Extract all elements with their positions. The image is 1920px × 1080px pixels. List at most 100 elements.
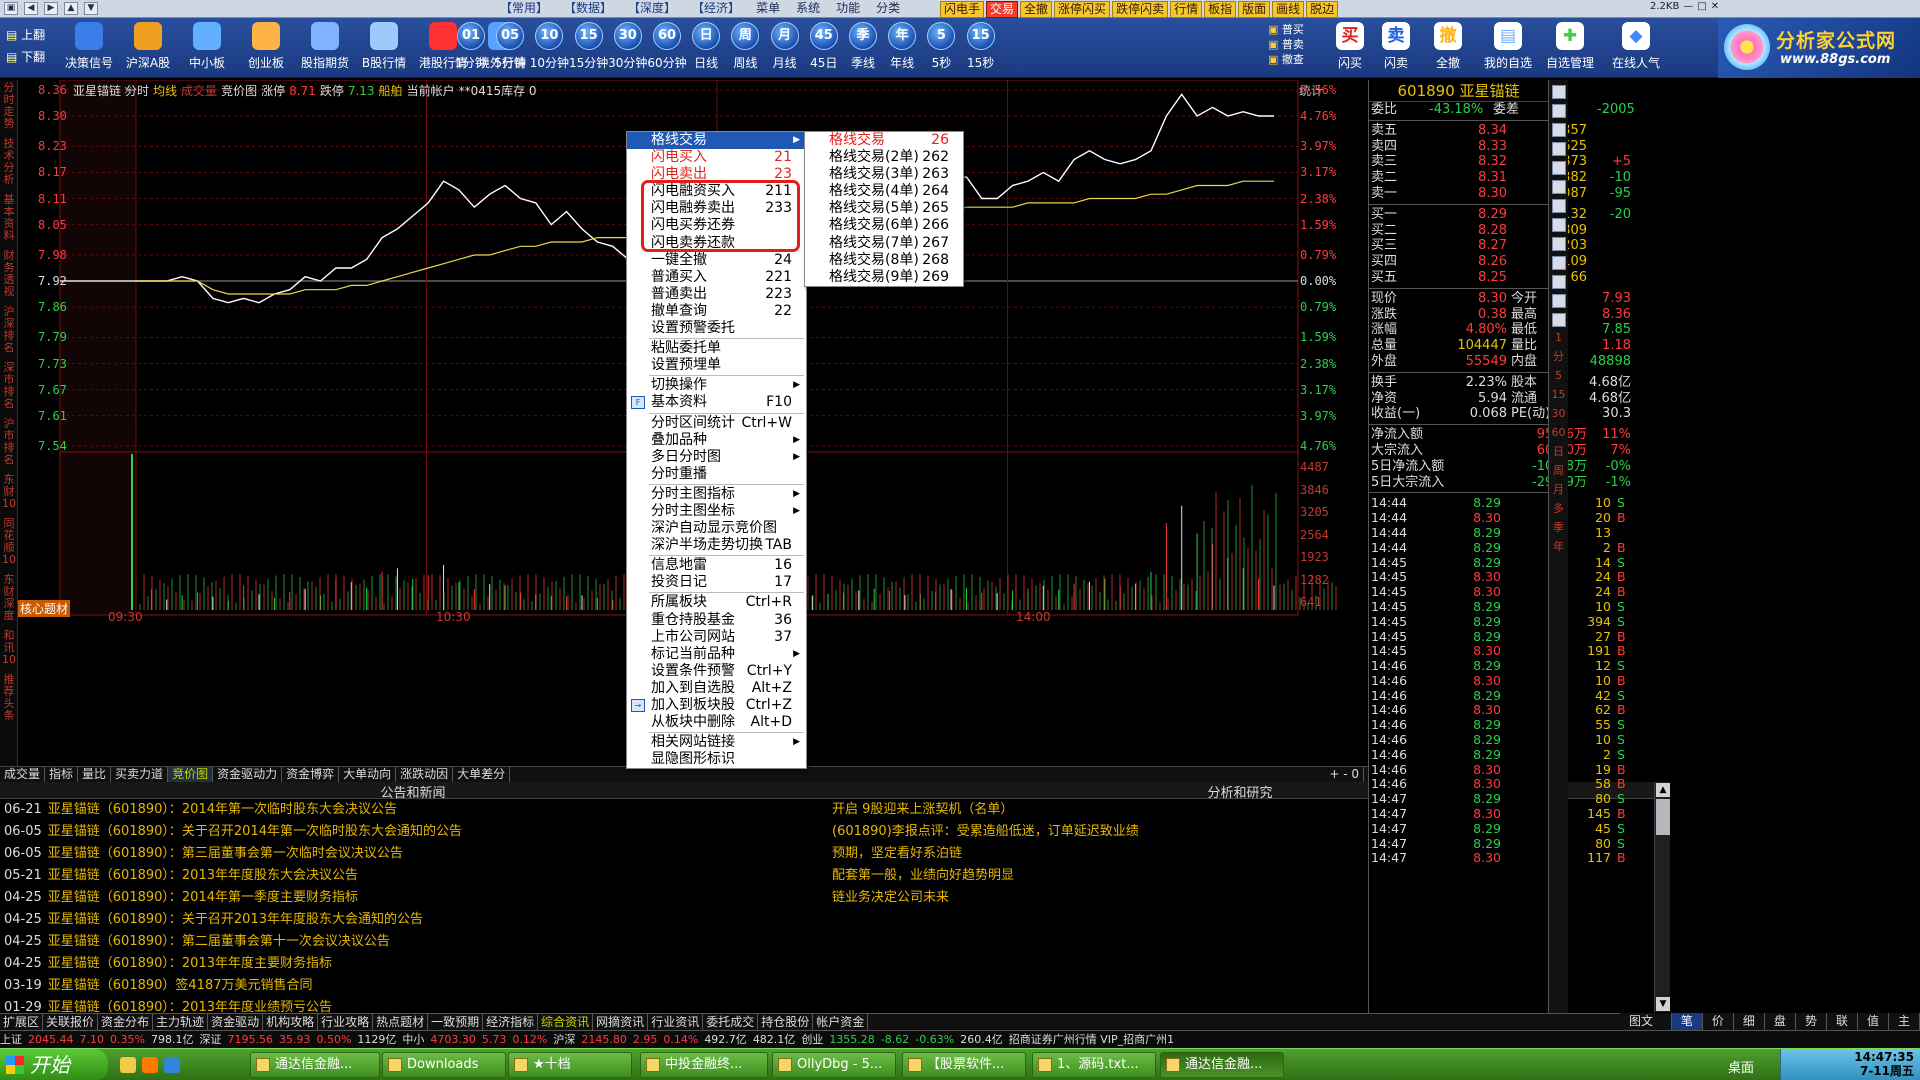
left-tab[interactable]: 财务透视 bbox=[2, 250, 16, 298]
menu-item[interactable]: 分类 bbox=[876, 1, 900, 16]
firefox-icon[interactable] bbox=[142, 1057, 158, 1073]
period-shortcut[interactable]: 月 bbox=[1552, 484, 1566, 498]
toolbar-button[interactable]: 创业板 bbox=[237, 22, 295, 76]
bottom-tab[interactable]: 委托成交 bbox=[703, 1014, 759, 1030]
toolbar-button[interactable]: B股行情 bbox=[355, 22, 413, 76]
submenu-item[interactable]: 格线交易(5单) 265 bbox=[805, 200, 963, 217]
bottom-tab[interactable]: 主力轨迹 bbox=[153, 1014, 209, 1030]
context-menu-item[interactable]: 粘贴委托单 bbox=[627, 340, 806, 357]
context-menu-item[interactable]: 多日分时图 ▶ bbox=[627, 449, 806, 466]
context-menu-item[interactable]: 深沪半场走势切换 TAB bbox=[627, 537, 806, 554]
toolbar-button[interactable]: 股指期货 bbox=[296, 22, 354, 76]
info-icon[interactable] bbox=[1551, 199, 1566, 213]
indicator-tab[interactable]: 买卖力道 bbox=[111, 767, 169, 782]
quote-detail-tab[interactable]: 图文F10 bbox=[1620, 1013, 1672, 1044]
context-menu-item[interactable]: 分时主图坐标 ▶ bbox=[627, 503, 806, 520]
toolbar-button[interactable]: 月月线 bbox=[764, 22, 806, 76]
toolbar-button[interactable]: ✚ 自选管理 bbox=[1540, 22, 1600, 76]
context-menu-item[interactable]: 标记当前品种 ▶ bbox=[627, 646, 806, 663]
hot-button[interactable]: 版面 bbox=[1238, 1, 1271, 18]
grid-icon[interactable] bbox=[1551, 180, 1566, 194]
submenu-item[interactable]: 格线交易(4单) 264 bbox=[805, 183, 963, 200]
news-item[interactable]: 04-25 亚星锚链（601890）：2014年第一季度主要财务指标 bbox=[0, 887, 826, 909]
context-menu-item[interactable]: 分时重播 bbox=[627, 466, 806, 483]
bar-chart-icon[interactable] bbox=[1551, 161, 1566, 175]
bottom-tab[interactable]: 资金分布 bbox=[98, 1014, 154, 1030]
context-menu-item[interactable]: 设置条件预警 Ctrl+Y bbox=[627, 663, 806, 680]
indicator-tab[interactable]: 量比 bbox=[78, 767, 112, 782]
submenu-item[interactable]: 格线交易(8单) 268 bbox=[805, 252, 963, 269]
period-shortcut[interactable]: 分 bbox=[1552, 351, 1566, 365]
toolbar-button[interactable]: 年年线 bbox=[881, 22, 923, 76]
chart-header-item[interactable]: 成交量 bbox=[181, 84, 217, 98]
left-tab[interactable]: 沪深排名 bbox=[2, 306, 16, 354]
context-menu-item[interactable]: 格线交易 ▶ bbox=[627, 132, 806, 150]
f10-icon[interactable] bbox=[1551, 294, 1566, 308]
scroll-thumb[interactable] bbox=[1656, 799, 1670, 835]
chart-header-item[interactable]: 竞价图 bbox=[221, 84, 257, 98]
period-shortcut[interactable]: 5 bbox=[1552, 370, 1566, 384]
context-menu-item[interactable]: 从板块中删除 Alt+D bbox=[627, 714, 806, 731]
menu-item[interactable]: 菜单 bbox=[756, 1, 780, 16]
refresh-icon[interactable] bbox=[1551, 123, 1566, 137]
period-shortcut[interactable]: 日 bbox=[1552, 446, 1566, 460]
period-shortcut[interactable]: 15 bbox=[1552, 389, 1566, 403]
toolbar-button[interactable]: 30 30分钟 bbox=[607, 22, 649, 76]
context-menu-item[interactable]: 叠加品种 ▶ bbox=[627, 432, 806, 449]
news-item[interactable]: 06-21 亚星锚链（601890）：2014年第一次临时股东大会决议公告 bbox=[0, 799, 826, 821]
quote-detail-tab[interactable]: 细 bbox=[1734, 1013, 1765, 1030]
toolbar-button[interactable]: 撤全撤 bbox=[1418, 22, 1478, 76]
chart-icon[interactable] bbox=[1551, 313, 1566, 327]
context-menu-item[interactable]: 上市公司网站 37 bbox=[627, 629, 806, 646]
quote-detail-tab[interactable]: 联 bbox=[1827, 1013, 1858, 1030]
hot-button[interactable]: 脱边 bbox=[1306, 1, 1339, 18]
ie-icon[interactable] bbox=[164, 1057, 180, 1073]
page-down-button[interactable]: ▤ 下翻 bbox=[6, 48, 45, 65]
toolbar-button[interactable]: 45 45日 bbox=[803, 22, 845, 76]
page-up-button[interactable]: ▤ 上翻 bbox=[6, 26, 45, 43]
context-menu-item[interactable]: 深沪自动显示竞价图 bbox=[627, 520, 806, 537]
submenu-item[interactable]: 格线交易 26 bbox=[805, 132, 963, 149]
context-menu-item[interactable]: 相关网站链接 ▶ bbox=[627, 734, 806, 751]
core-topic-button[interactable]: 核心题材 bbox=[18, 600, 71, 617]
order-book-row[interactable]: 买二 8.28 809 bbox=[1369, 223, 1587, 239]
menu-item[interactable]: 【经济】 bbox=[692, 1, 740, 16]
close-icon[interactable]: ✕ bbox=[1711, 1, 1719, 12]
doc-icon[interactable] bbox=[1551, 256, 1566, 270]
hot-button[interactable]: 全撤 bbox=[1020, 1, 1053, 18]
down-arrow-icon[interactable] bbox=[1551, 104, 1566, 118]
order-book-row[interactable]: 卖一 8.30 1087 -95 bbox=[1369, 186, 1631, 202]
indicator-tab[interactable]: 涨跌动因 bbox=[396, 767, 454, 782]
context-menu-item[interactable]: 切换操作 ▶ bbox=[627, 377, 806, 394]
left-tab[interactable]: 东财深度 bbox=[2, 574, 16, 622]
order-book-row[interactable]: 卖五 8.34 357 bbox=[1369, 123, 1587, 139]
app-icon[interactable]: ▣ bbox=[4, 2, 18, 15]
bottom-tab[interactable]: 扩展区 bbox=[0, 1014, 44, 1030]
hot-button[interactable]: 画线 bbox=[1272, 1, 1305, 18]
toolbar-button[interactable]: 01 1分钟 bbox=[450, 22, 492, 76]
order-book-row[interactable]: 卖三 8.32 873 +5 bbox=[1369, 154, 1631, 170]
down-icon[interactable]: ▼ bbox=[84, 2, 98, 15]
menu-item[interactable]: 【深度】 bbox=[628, 1, 676, 16]
period-shortcut[interactable]: 60 bbox=[1552, 427, 1566, 441]
context-menu-item[interactable]: 加入到自选股 Alt+Z bbox=[627, 680, 806, 697]
menu-item[interactable]: 系统 bbox=[796, 1, 820, 16]
order-tool[interactable]: ▣ 撤查 bbox=[1268, 52, 1304, 67]
bottom-tab[interactable]: 行业资讯 bbox=[648, 1014, 704, 1030]
toolbar-button[interactable]: 10 10分钟 bbox=[528, 22, 570, 76]
up-icon[interactable]: ▲ bbox=[64, 2, 78, 15]
bottom-tab[interactable]: 帐户资金 bbox=[813, 1014, 869, 1030]
context-menu-item[interactable]: 一键全撤 24 bbox=[627, 252, 806, 269]
news-item[interactable]: 06-05 亚星锚链（601890）：关于召开2014年第一次临时股东大会通知的公… bbox=[0, 821, 826, 843]
left-tab[interactable]: 基本资料 bbox=[2, 194, 16, 242]
taskbar-task[interactable]: Downloads bbox=[382, 1052, 506, 1078]
toolbar-button[interactable]: 决策信号 bbox=[60, 22, 118, 76]
order-book-row[interactable]: 卖二 8.31 382 -10 bbox=[1369, 170, 1631, 186]
submenu-item[interactable]: 格线交易(2单) 262 bbox=[805, 149, 963, 166]
context-menu-item[interactable]: 重仓持股基金 36 bbox=[627, 612, 806, 629]
context-menu-item[interactable]: 普通卖出 223 bbox=[627, 286, 806, 303]
bottom-tab[interactable]: 机构攻略 bbox=[263, 1014, 319, 1030]
bottom-tab[interactable]: 资金驱动 bbox=[208, 1014, 264, 1030]
hot-button[interactable]: 交易 bbox=[986, 1, 1019, 18]
pie-icon[interactable] bbox=[1551, 275, 1566, 289]
